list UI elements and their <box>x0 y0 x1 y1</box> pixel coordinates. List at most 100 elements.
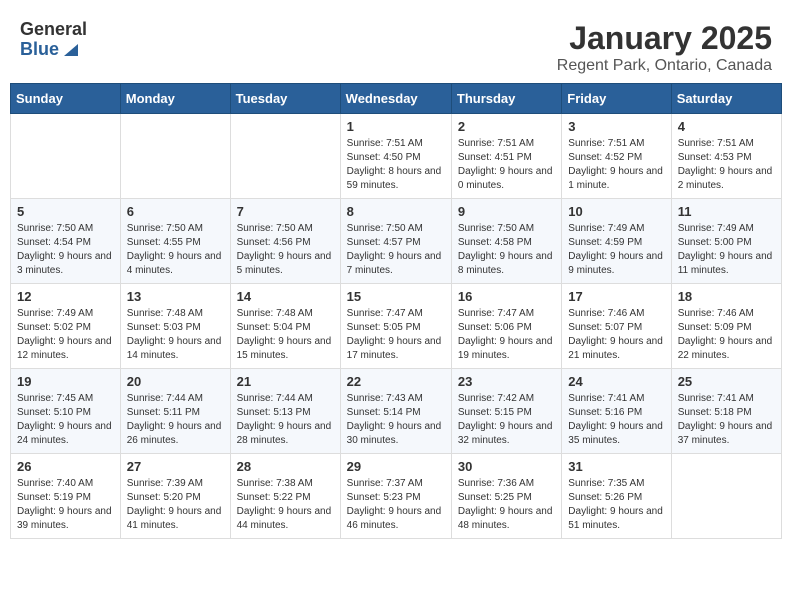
day-number: 25 <box>678 374 775 389</box>
calendar-cell: 9 Sunrise: 7:50 AM Sunset: 4:58 PM Daylig… <box>451 199 561 284</box>
day-info: Sunrise: 7:35 AM Sunset: 5:26 PM Dayligh… <box>568 477 664 533</box>
title-block: January 2025 Regent Park, Ontario, Canad… <box>557 20 772 75</box>
calendar-table: SundayMondayTuesdayWednesdayThursdayFrid… <box>10 83 782 539</box>
day-info: Sunrise: 7:50 AM Sunset: 4:56 PM Dayligh… <box>237 222 334 278</box>
calendar-cell: 26Sunrise: 7:40 AM Sunset: 5:19 PM Dayli… <box>11 454 121 539</box>
day-number: 11 <box>678 204 775 219</box>
calendar-cell: 31 Sunrise: 7:35 AM Sunset: 5:26 PM Dayli… <box>562 454 671 539</box>
day-number: 13 <box>127 289 224 304</box>
calendar-cell: 1 Sunrise: 7:51 AM Sunset: 4:50 PM Daylig… <box>340 114 451 199</box>
location-title: Regent Park, Ontario, Canada <box>557 57 772 75</box>
day-info: Sunrise: 7:51 AM Sunset: 4:52 PM Dayligh… <box>568 137 664 193</box>
day-number: 3 <box>568 119 664 134</box>
calendar-cell <box>120 114 230 199</box>
day-number: 12 <box>17 289 114 304</box>
week-row-3: 12 Sunrise: 7:49 AM Sunset: 5:02 PM Dayli… <box>11 284 782 369</box>
day-number: 1 <box>347 119 445 134</box>
calendar-cell: 7Sunrise: 7:50 AM Sunset: 4:56 PM Daylig… <box>230 199 340 284</box>
calendar-cell: 5 Sunrise: 7:50 AM Sunset: 4:54 PM Daylig… <box>11 199 121 284</box>
calendar-cell <box>11 114 121 199</box>
day-number: 5 <box>17 204 114 219</box>
calendar-cell: 6 Sunrise: 7:50 AM Sunset: 4:55 PM Daylig… <box>120 199 230 284</box>
day-number: 23 <box>458 374 555 389</box>
day-info: Sunrise: 7:44 AM Sunset: 5:11 PM Dayligh… <box>127 392 224 448</box>
day-number: 18 <box>678 289 775 304</box>
weekday-header-thursday: Thursday <box>451 84 561 114</box>
day-info: Sunrise: 7:48 AM Sunset: 5:03 PM Dayligh… <box>127 307 224 363</box>
day-info: Sunrise: 7:39 AM Sunset: 5:20 PM Dayligh… <box>127 477 224 533</box>
day-number: 30 <box>458 459 555 474</box>
weekday-header-friday: Friday <box>562 84 671 114</box>
day-number: 10 <box>568 204 664 219</box>
day-info: Sunrise: 7:50 AM Sunset: 4:57 PM Dayligh… <box>347 222 445 278</box>
day-number: 19 <box>17 374 114 389</box>
day-number: 22 <box>347 374 445 389</box>
weekday-header-saturday: Saturday <box>671 84 781 114</box>
day-info: Sunrise: 7:46 AM Sunset: 5:09 PM Dayligh… <box>678 307 775 363</box>
calendar-cell <box>671 454 781 539</box>
week-row-2: 5 Sunrise: 7:50 AM Sunset: 4:54 PM Daylig… <box>11 199 782 284</box>
day-info: Sunrise: 7:49 AM Sunset: 5:00 PM Dayligh… <box>678 222 775 278</box>
day-number: 20 <box>127 374 224 389</box>
calendar-cell <box>230 114 340 199</box>
day-info: Sunrise: 7:47 AM Sunset: 5:05 PM Dayligh… <box>347 307 445 363</box>
calendar-cell: 22Sunrise: 7:43 AM Sunset: 5:14 PM Dayli… <box>340 369 451 454</box>
calendar-cell: 16 Sunrise: 7:47 AM Sunset: 5:06 PM Dayli… <box>451 284 561 369</box>
header: General Blue January 2025 Regent Park, O… <box>10 10 782 83</box>
calendar-cell: 12 Sunrise: 7:49 AM Sunset: 5:02 PM Dayli… <box>11 284 121 369</box>
day-info: Sunrise: 7:51 AM Sunset: 4:50 PM Dayligh… <box>347 137 445 193</box>
day-info: Sunrise: 7:38 AM Sunset: 5:22 PM Dayligh… <box>237 477 334 533</box>
calendar-cell: 3 Sunrise: 7:51 AM Sunset: 4:52 PM Daylig… <box>562 114 671 199</box>
day-info: Sunrise: 7:50 AM Sunset: 4:54 PM Dayligh… <box>17 222 114 278</box>
logo-general: General <box>20 20 87 40</box>
month-title: January 2025 <box>557 20 772 57</box>
week-row-1: 1 Sunrise: 7:51 AM Sunset: 4:50 PM Daylig… <box>11 114 782 199</box>
day-number: 17 <box>568 289 664 304</box>
day-number: 9 <box>458 204 555 219</box>
calendar-cell: 17Sunrise: 7:46 AM Sunset: 5:07 PM Dayli… <box>562 284 671 369</box>
day-info: Sunrise: 7:37 AM Sunset: 5:23 PM Dayligh… <box>347 477 445 533</box>
day-number: 16 <box>458 289 555 304</box>
day-info: Sunrise: 7:48 AM Sunset: 5:04 PM Dayligh… <box>237 307 334 363</box>
calendar-cell: 15Sunrise: 7:47 AM Sunset: 5:05 PM Dayli… <box>340 284 451 369</box>
weekday-header-monday: Monday <box>120 84 230 114</box>
logo: General Blue <box>20 20 87 60</box>
day-info: Sunrise: 7:41 AM Sunset: 5:18 PM Dayligh… <box>678 392 775 448</box>
day-info: Sunrise: 7:51 AM Sunset: 4:51 PM Dayligh… <box>458 137 555 193</box>
weekday-header-wednesday: Wednesday <box>340 84 451 114</box>
day-number: 21 <box>237 374 334 389</box>
day-number: 2 <box>458 119 555 134</box>
calendar-cell: 27 Sunrise: 7:39 AM Sunset: 5:20 PM Dayli… <box>120 454 230 539</box>
day-number: 4 <box>678 119 775 134</box>
day-number: 24 <box>568 374 664 389</box>
calendar-cell: 18 Sunrise: 7:46 AM Sunset: 5:09 PM Dayli… <box>671 284 781 369</box>
logo-triangle-icon <box>62 40 80 58</box>
calendar-cell: 21Sunrise: 7:44 AM Sunset: 5:13 PM Dayli… <box>230 369 340 454</box>
weekday-header-sunday: Sunday <box>11 84 121 114</box>
calendar-cell: 11 Sunrise: 7:49 AM Sunset: 5:00 PM Dayli… <box>671 199 781 284</box>
day-info: Sunrise: 7:40 AM Sunset: 5:19 PM Dayligh… <box>17 477 114 533</box>
day-number: 27 <box>127 459 224 474</box>
calendar-cell: 4 Sunrise: 7:51 AM Sunset: 4:53 PM Daylig… <box>671 114 781 199</box>
day-number: 6 <box>127 204 224 219</box>
day-info: Sunrise: 7:49 AM Sunset: 5:02 PM Dayligh… <box>17 307 114 363</box>
day-number: 8 <box>347 204 445 219</box>
day-info: Sunrise: 7:51 AM Sunset: 4:53 PM Dayligh… <box>678 137 775 193</box>
calendar-cell: 29 Sunrise: 7:37 AM Sunset: 5:23 PM Dayli… <box>340 454 451 539</box>
day-number: 28 <box>237 459 334 474</box>
calendar-cell: 23Sunrise: 7:42 AM Sunset: 5:15 PM Dayli… <box>451 369 561 454</box>
calendar-cell: 8 Sunrise: 7:50 AM Sunset: 4:57 PM Daylig… <box>340 199 451 284</box>
logo-blue: Blue <box>20 40 59 60</box>
weekday-header-tuesday: Tuesday <box>230 84 340 114</box>
calendar-cell: 2 Sunrise: 7:51 AM Sunset: 4:51 PM Daylig… <box>451 114 561 199</box>
day-info: Sunrise: 7:50 AM Sunset: 4:55 PM Dayligh… <box>127 222 224 278</box>
day-info: Sunrise: 7:50 AM Sunset: 4:58 PM Dayligh… <box>458 222 555 278</box>
day-info: Sunrise: 7:47 AM Sunset: 5:06 PM Dayligh… <box>458 307 555 363</box>
day-number: 31 <box>568 459 664 474</box>
day-info: Sunrise: 7:36 AM Sunset: 5:25 PM Dayligh… <box>458 477 555 533</box>
day-number: 29 <box>347 459 445 474</box>
calendar-cell: 14Sunrise: 7:48 AM Sunset: 5:04 PM Dayli… <box>230 284 340 369</box>
week-row-5: 26Sunrise: 7:40 AM Sunset: 5:19 PM Dayli… <box>11 454 782 539</box>
calendar-cell: 19Sunrise: 7:45 AM Sunset: 5:10 PM Dayli… <box>11 369 121 454</box>
calendar-cell: 10Sunrise: 7:49 AM Sunset: 4:59 PM Dayli… <box>562 199 671 284</box>
